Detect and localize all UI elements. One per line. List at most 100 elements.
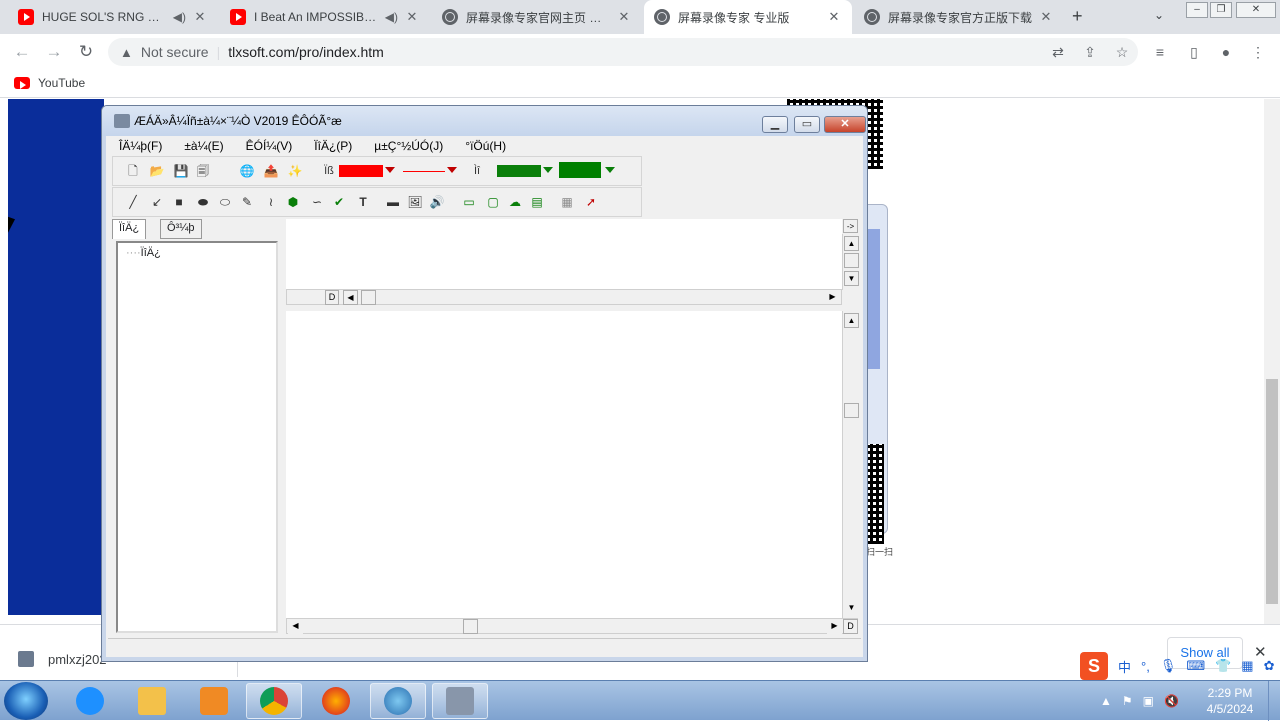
start-button[interactable] [4,682,48,720]
line-tool-icon[interactable]: ╱ [125,194,141,210]
callout-round-icon[interactable]: ▢ [485,194,501,210]
close-window-icon[interactable]: ✕ [824,116,866,133]
translate-icon[interactable]: ⇄ [1050,44,1066,60]
taskbar-chrome[interactable] [246,683,302,719]
taskbar-ie[interactable] [62,683,118,719]
taskbar-firefox[interactable] [308,683,364,719]
scroll-thumb[interactable] [844,403,859,418]
curve-tool-icon[interactable]: ∽ [309,194,325,210]
scroll-down-icon[interactable]: ▼ [844,601,859,616]
microphone-icon[interactable]: 🎙 [1160,658,1177,674]
arrow-tool-icon[interactable]: ↙ [149,194,165,210]
reload-icon[interactable]: ↻ [76,42,96,62]
bookmark-star-icon[interactable]: ☆ [1114,44,1130,60]
export-icon[interactable]: 📤 [263,163,279,179]
address-bar[interactable]: ▲ Not secure | tlxsoft.com/pro/index.htm [108,38,1138,66]
save-icon[interactable]: 💾 [173,163,189,179]
dropdown-arrow-icon[interactable] [385,167,395,173]
preview-pane[interactable] [286,219,842,291]
pane-expand-button[interactable]: -> [843,219,858,233]
d-button[interactable]: D [325,290,339,305]
browser-tab-3[interactable]: 屏幕录像专家官网主页 专业 ✕ [432,0,642,34]
timeline-hscrollbar[interactable]: D ◀ ▶ [286,289,842,305]
menu-edit[interactable]: ±à¼­(E) [173,139,234,153]
dropdown-arrow-icon[interactable] [605,167,615,173]
scroll-right-icon[interactable]: ▶ [825,290,840,305]
open-folder-icon[interactable]: 📂 [149,163,165,179]
text-tool-icon[interactable]: T [355,194,371,210]
effects-icon[interactable]: ✨ [287,163,303,179]
editing-canvas[interactable] [286,311,842,619]
taskbar-network[interactable] [370,683,426,719]
select-pointer-icon[interactable]: ➚ [583,194,599,210]
speaker-icon[interactable]: ◀) [173,10,186,24]
dropdown-arrow-icon[interactable] [447,167,457,173]
tab-project[interactable]: ÏîÄ¿ [112,219,147,239]
volume-muted-icon[interactable]: 🔇 [1164,694,1179,708]
minimize-icon[interactable]: – [1186,2,1208,18]
highlighter-tool-icon[interactable]: ✎ [239,194,255,210]
check-tool-icon[interactable]: ✔ [331,194,347,210]
page-scrollbar-thumb[interactable] [1266,379,1278,604]
ime-mode[interactable]: 中 [1118,657,1131,676]
sogou-logo-icon[interactable]: S [1080,652,1108,680]
menu-project[interactable]: ÏîÄ¿(P) [303,139,363,153]
browser-tab-1[interactable]: HUGE SOL'S RNG ERA 8 ◀) ✕ [8,0,218,34]
bookmark-youtube[interactable]: YouTube [14,76,85,90]
image-tool-icon[interactable]: 🖼 [407,194,423,210]
canvas-vscrollbar[interactable]: ▲ ▼ [842,311,859,618]
tab-search-icon[interactable]: ⌄ [1154,8,1164,22]
sound-tool-icon[interactable]: 🔊 [429,194,445,210]
ime-punctuation[interactable]: °, [1141,659,1150,674]
forward-arrow-icon[interactable]: → [44,42,64,62]
line-style-preview[interactable] [403,171,445,172]
menu-current-section[interactable]: µ±Ç°½ÚÓ(J) [363,139,454,153]
callout-rect-icon[interactable]: ▭ [461,194,477,210]
taskbar-screen-recorder[interactable] [432,683,488,719]
menu-file[interactable]: ÎÄ¼þ(F) [108,139,173,153]
rectangle-tool-icon[interactable]: ■ [171,194,187,210]
scroll-left-icon[interactable]: ◀ [343,290,358,305]
canvas-hscrollbar[interactable]: ◀ ▶ D [286,618,858,634]
skin-icon[interactable]: 👕 [1215,658,1231,674]
share-icon[interactable]: ⇪ [1082,44,1098,60]
menu-kebab-icon[interactable]: ⋮ [1250,44,1266,60]
dropdown-arrow-icon[interactable] [543,167,553,173]
browser-tab-5[interactable]: 屏幕录像专家官方正版下载 ✕ [854,0,1064,34]
browser-tab-4-active[interactable]: 屏幕录像专家 专业版 ✕ [644,0,852,34]
warning-icon[interactable]: ▲ [120,45,133,60]
close-tab-icon[interactable]: ✕ [826,9,842,25]
scroll-down-icon[interactable]: ▼ [844,271,859,286]
scroll-thumb[interactable] [844,253,859,268]
scroll-up-icon[interactable]: ▲ [844,313,859,328]
save-all-icon[interactable]: 🗐 [195,163,211,179]
toolbox-icon[interactable]: ▦ [1241,658,1253,674]
callout-cloud-icon[interactable]: ☁ [507,194,523,210]
menu-view[interactable]: ÊÓÍ¼(V) [235,139,304,153]
new-tab-button[interactable]: + [1072,6,1083,27]
settings-icon[interactable]: ✿ [1264,658,1275,674]
scroll-thumb[interactable] [463,619,478,634]
fill-color-swatch[interactable] [497,165,541,177]
scroll-thumb[interactable] [361,290,376,305]
close-window-icon[interactable]: ✕ [1236,2,1276,18]
scroll-right-icon[interactable]: ▶ [827,619,842,634]
polygon-tool-icon[interactable]: ⬢ [285,194,301,210]
speaker-icon[interactable]: ◀) [385,10,398,24]
tray-expand-icon[interactable]: ▲ [1100,694,1112,708]
close-tab-icon[interactable]: ✕ [192,9,208,25]
tab-components[interactable]: Ô³¼þ [160,219,202,239]
taskbar-explorer[interactable] [124,683,180,719]
maximize-icon[interactable]: ▭ [794,116,820,133]
flag-icon[interactable]: ⚑ [1122,694,1133,708]
clock[interactable]: 2:29 PM 4/5/2024 [1200,685,1260,717]
side-panel-icon[interactable]: ▯ [1186,44,1202,60]
ellipse-tool-icon[interactable]: ⬭ [217,194,233,210]
fill-color-swatch-2[interactable] [559,162,601,178]
tree-root-item[interactable]: ÏîÄ¿ [141,247,161,259]
grid-tool-icon[interactable]: ▦ [559,194,575,210]
d-button[interactable]: D [843,619,858,634]
profile-icon[interactable]: ● [1218,44,1234,60]
menu-help[interactable]: °ïÖú(H) [454,139,517,153]
scroll-left-icon[interactable]: ◀ [288,619,303,634]
